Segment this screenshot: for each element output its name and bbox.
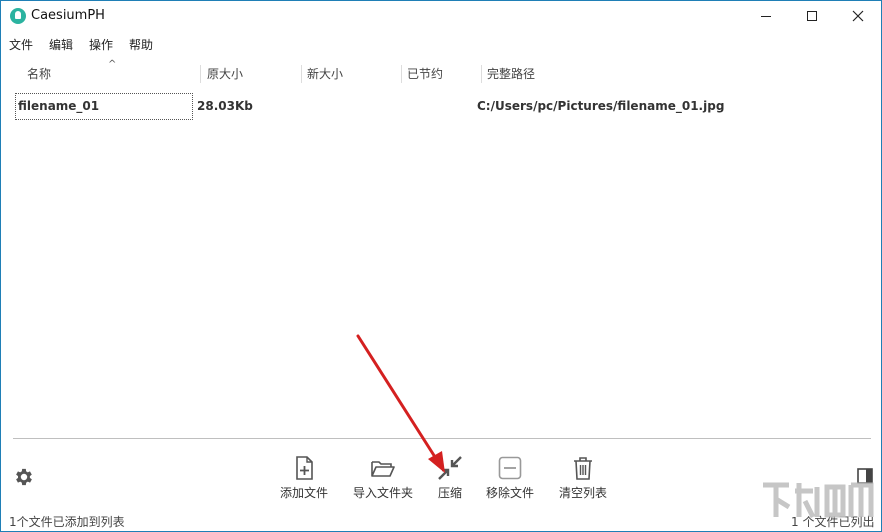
minimize-button[interactable] bbox=[743, 1, 789, 31]
column-header-full-path[interactable]: 完整路径 bbox=[487, 65, 535, 85]
app-logo-icon bbox=[10, 8, 26, 24]
column-header-new-size[interactable]: 新大小 bbox=[307, 65, 343, 85]
column-header-original-size[interactable]: 原大小 bbox=[207, 65, 243, 85]
maximize-icon bbox=[807, 11, 817, 21]
cell-original-size: 28.03Kb bbox=[197, 99, 253, 113]
gear-icon bbox=[16, 468, 32, 486]
column-header-name[interactable]: 名称 bbox=[27, 65, 51, 85]
close-icon bbox=[852, 10, 864, 22]
app-window: CaesiumPH 文件 编辑 操作 帮助 名称 ^ 原大小 新大小 已节约 完… bbox=[0, 0, 882, 532]
settings-button[interactable] bbox=[13, 466, 35, 488]
column-separator[interactable] bbox=[200, 65, 201, 83]
list-divider bbox=[13, 438, 871, 439]
menu-edit[interactable]: 编辑 bbox=[49, 36, 73, 53]
title-bar: CaesiumPH bbox=[1, 1, 881, 31]
sort-ascending-icon: ^ bbox=[108, 59, 117, 70]
remove-file-button[interactable]: 移除文件 bbox=[483, 455, 537, 503]
menu-action[interactable]: 操作 bbox=[89, 36, 113, 53]
compress-button[interactable]: 压缩 bbox=[431, 455, 469, 503]
watermark-logo bbox=[763, 482, 874, 519]
add-file-button[interactable]: 添加文件 bbox=[277, 455, 331, 503]
menu-bar: 文件 编辑 操作 帮助 bbox=[1, 33, 881, 55]
remove-file-label: 移除文件 bbox=[485, 486, 534, 500]
close-button[interactable] bbox=[835, 1, 881, 31]
status-message: 1个文件已添加到列表 bbox=[9, 515, 125, 529]
minimize-icon bbox=[761, 15, 771, 17]
menu-help[interactable]: 帮助 bbox=[129, 36, 153, 53]
cell-full-path: C:/Users/pc/Pictures/filename_01.jpg bbox=[477, 99, 725, 113]
clear-list-label: 清空列表 bbox=[558, 486, 607, 500]
add-file-label: 添加文件 bbox=[279, 486, 328, 500]
column-separator[interactable] bbox=[481, 65, 482, 83]
window-title: CaesiumPH bbox=[31, 8, 105, 23]
clear-list-button[interactable]: 清空列表 bbox=[556, 455, 610, 503]
menu-file[interactable]: 文件 bbox=[9, 36, 33, 53]
column-separator[interactable] bbox=[401, 65, 402, 83]
maximize-button[interactable] bbox=[789, 1, 835, 31]
column-header-saved[interactable]: 已节约 bbox=[407, 65, 443, 85]
folder-open-icon bbox=[371, 461, 395, 477]
import-folder-button[interactable]: 导入文件夹 bbox=[349, 455, 417, 503]
trash-icon bbox=[574, 457, 592, 480]
compress-label: 压缩 bbox=[437, 486, 462, 500]
compress-icon bbox=[438, 456, 462, 480]
add-file-icon bbox=[296, 456, 313, 480]
table-row[interactable]: filename_01 28.03Kb C:/Users/pc/Pictures… bbox=[15, 93, 875, 120]
remove-icon bbox=[498, 456, 522, 480]
import-folder-label: 导入文件夹 bbox=[352, 486, 413, 500]
cell-file-name: filename_01 bbox=[15, 93, 193, 120]
column-separator[interactable] bbox=[301, 65, 302, 83]
